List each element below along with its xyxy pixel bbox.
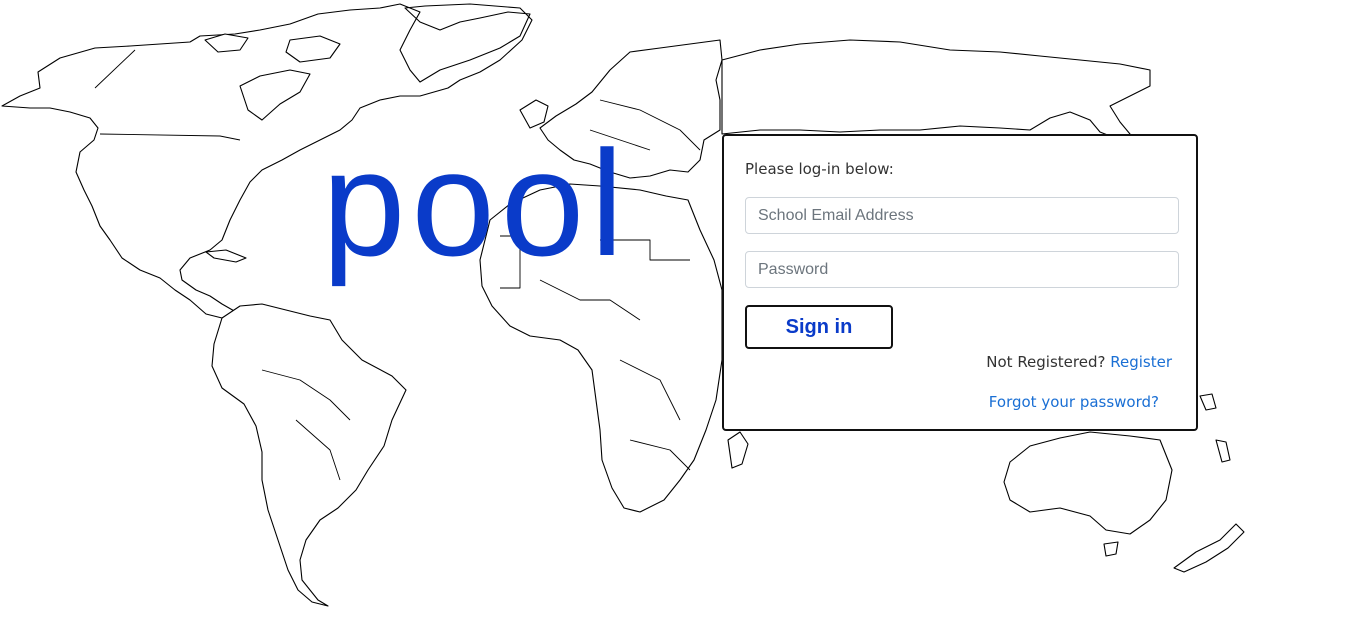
login-page: pool Please log-in below: Sign in Not Re… — [0, 0, 1360, 631]
forgot-password-link[interactable]: Forgot your password? — [989, 393, 1159, 411]
tasmania-shape — [1103, 541, 1119, 557]
sign-in-button[interactable]: Sign in — [745, 305, 893, 349]
asia-shape — [721, 39, 1151, 141]
not-registered-text: Not Registered? — [986, 353, 1106, 371]
email-field[interactable] — [745, 197, 1179, 234]
app-logo: pool — [322, 119, 630, 287]
login-prompt: Please log-in below: — [745, 160, 894, 178]
cuba-shape — [205, 249, 247, 263]
south-america-shape — [211, 303, 407, 607]
register-line: Not Registered? Register — [986, 353, 1172, 371]
madagascar-shape — [727, 431, 749, 469]
password-field[interactable] — [745, 251, 1179, 288]
register-link[interactable]: Register — [1110, 353, 1172, 371]
island-shape — [1215, 439, 1231, 463]
island-shape — [1199, 393, 1217, 411]
login-card: Please log-in below: Sign in Not Registe… — [722, 134, 1198, 431]
australia-shape — [1003, 431, 1173, 535]
forgot-line: Forgot your password? — [989, 393, 1159, 411]
new-zealand-shape — [1173, 523, 1245, 573]
